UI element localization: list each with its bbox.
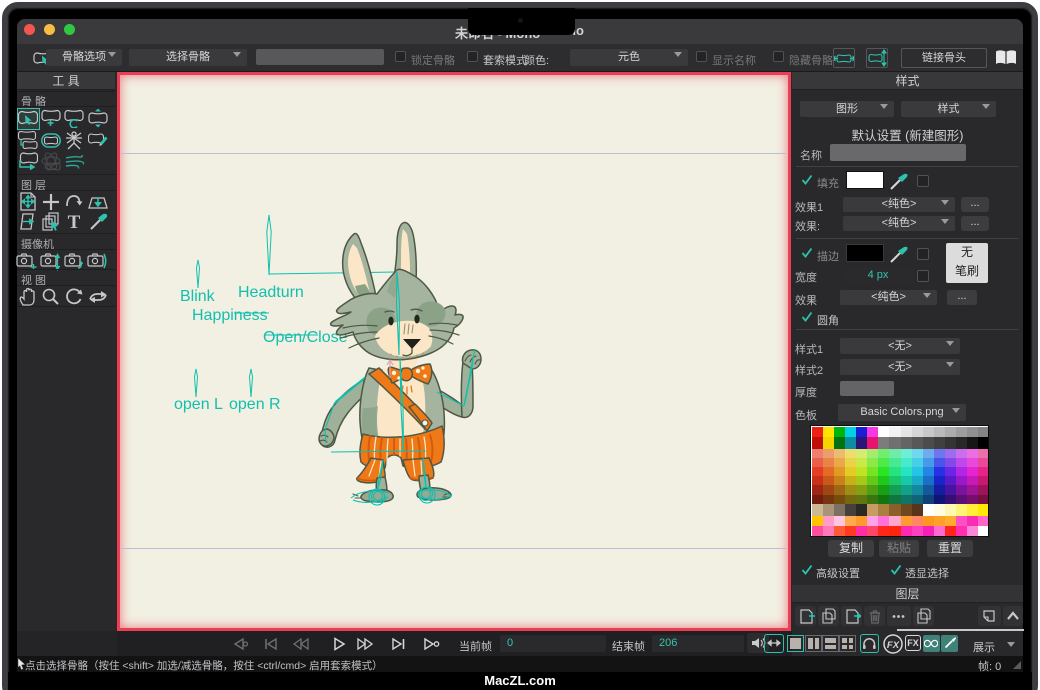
svg-text:T: T [68,212,81,231]
svg-text:FX: FX [887,640,900,651]
